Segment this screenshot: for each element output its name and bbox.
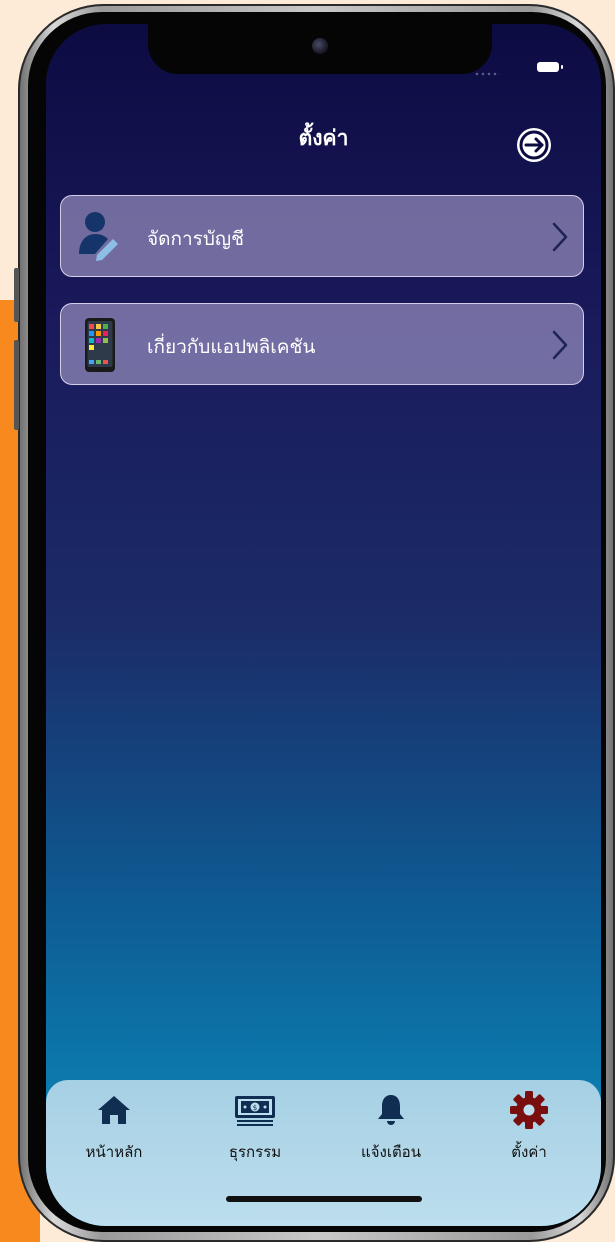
chevron-right-icon <box>551 222 569 252</box>
chevron-right-icon <box>551 330 569 360</box>
bottom-tab-bar: หน้าหลัก $ ธุรกรรม แจ้งเตือน ตั้งค่า <box>46 1080 601 1226</box>
signal-icon <box>474 72 500 76</box>
menu-item-label: เกี่ยวกับแอปพลิเคชัน <box>147 336 316 358</box>
tab-label: แจ้งเตือน <box>361 1143 421 1161</box>
menu-item-label: จัดการบัญชี <box>147 228 244 250</box>
menu-item-manage-account[interactable]: จัดการบัญชี <box>60 195 584 277</box>
home-indicator <box>226 1196 422 1202</box>
tab-label: ตั้งค่า <box>511 1143 547 1161</box>
home-icon <box>96 1092 132 1128</box>
user-edit-icon <box>77 208 121 264</box>
camera-icon <box>312 38 328 54</box>
tab-label: หน้าหลัก <box>85 1143 143 1161</box>
banknote-icon: $ <box>235 1092 275 1128</box>
tab-home[interactable]: หน้าหลัก <box>59 1080 169 1180</box>
menu-item-about-app[interactable]: เกี่ยวกับแอปพลิเคชัน <box>60 303 584 385</box>
tab-transactions[interactable]: $ ธุรกรรม <box>200 1080 310 1180</box>
logout-icon[interactable] <box>513 124 555 166</box>
app-screen: ตั้งค่า จัดการบัญชี เกี่ยวกับแอปพลิเคชัน… <box>46 24 601 1226</box>
gear-icon <box>510 1091 548 1129</box>
smartphone-apps-icon <box>77 316 121 372</box>
svg-text:$: $ <box>253 1104 257 1112</box>
battery-icon <box>537 62 563 72</box>
tab-settings[interactable]: ตั้งค่า <box>474 1080 584 1180</box>
bell-icon <box>373 1092 409 1128</box>
tab-notifications[interactable]: แจ้งเตือน <box>336 1080 446 1180</box>
tab-label: ธุรกรรม <box>228 1143 282 1161</box>
phone-side-button <box>14 268 19 322</box>
phone-side-button <box>14 340 19 430</box>
